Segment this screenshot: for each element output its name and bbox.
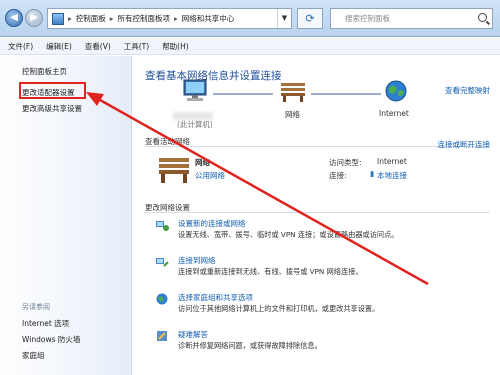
network-type-link[interactable]: 公用网络 <box>195 170 225 181</box>
see-also-heading: 另请参阅 <box>22 303 50 311</box>
new-connection-icon <box>156 221 169 231</box>
task-title[interactable]: 选择家庭组和共享选项 <box>178 292 253 303</box>
change-advanced-sharing-link[interactable]: 更改高级共享设置 <box>22 103 82 114</box>
local-connection-link[interactable]: 本地连接 <box>377 170 407 181</box>
menu-file[interactable]: 文件(F) <box>8 41 33 52</box>
computer-icon[interactable] <box>181 79 211 103</box>
task-description: 诊断并修复网络问题，或获得故障排除信息。 <box>178 341 322 350</box>
homegroup-icon <box>156 293 168 305</box>
search-icon[interactable] <box>478 13 487 22</box>
breadcrumb-separator-icon: ▸ <box>68 14 72 23</box>
task-description: 连接到或重新连接到无线、有线、拨号或 VPN 网络连接。 <box>178 267 363 276</box>
main-pane: 查看基本网络信息并设置连接 查看完整映射 (此计算机) 网络 Internet … <box>133 56 500 375</box>
section-divider <box>145 212 490 213</box>
network-label: 网络 <box>285 110 300 119</box>
task-description: 设置无线、宽带、拨号、临时或 VPN 连接；或设置路由器或访问点。 <box>178 230 399 239</box>
address-toolbar: ◀ ▶ ▸ 控制面板 ▸ 所有控制面板项 ▸ 网络和共享中心 ▼ ⟳ 搜索控制面… <box>0 0 500 37</box>
breadcrumb-separator-icon: ▸ <box>174 14 178 23</box>
search-placeholder: 搜索控制面板 <box>345 14 390 23</box>
chevron-down-icon[interactable]: ▼ <box>277 9 291 28</box>
menu-help[interactable]: 帮助(H) <box>162 41 189 52</box>
breadcrumb-control-panel[interactable]: 控制面板 <box>76 13 106 24</box>
control-panel-icon <box>52 12 64 25</box>
map-connector <box>213 93 273 95</box>
network-name: 网络 <box>195 158 210 167</box>
page-title: 查看基本网络信息并设置连接 <box>145 70 282 82</box>
network-bench-icon[interactable] <box>279 80 307 102</box>
forward-button[interactable]: ▶ <box>25 9 43 27</box>
address-bar[interactable]: ▸ 控制面板 ▸ 所有控制面板项 ▸ 网络和共享中心 ▼ <box>47 8 292 29</box>
full-map-link[interactable]: 查看完整映射 <box>445 85 490 96</box>
connections-label: 连接: <box>329 171 347 180</box>
internet-globe-icon[interactable] <box>384 79 408 103</box>
left-pane: 控制面板主页 更改适配器设置 更改高级共享设置 另请参阅 Internet 选项… <box>0 56 132 375</box>
breadcrumb-network-center[interactable]: 网络和共享中心 <box>182 13 235 24</box>
menu-edit[interactable]: 编辑(E) <box>46 41 72 52</box>
breadcrumb-all-items[interactable]: 所有控制面板项 <box>118 13 171 24</box>
task-title[interactable]: 连接到网络 <box>178 255 216 266</box>
annotation-highlight-box <box>19 82 86 99</box>
connect-network-icon <box>156 258 169 267</box>
breadcrumb-separator-icon: ▸ <box>109 14 114 23</box>
task-description: 访问位于其他网络计算机上的文件和打印机，或更改共享设置。 <box>178 304 380 313</box>
windows-firewall-link[interactable]: Windows 防火墙 <box>22 334 80 345</box>
network-bench-icon <box>159 158 189 183</box>
task-title[interactable]: 设置新的连接或网络 <box>178 218 246 229</box>
back-button[interactable]: ◀ <box>5 9 23 27</box>
map-connector <box>311 93 381 95</box>
network-adapter-icon: ▮ <box>370 169 375 178</box>
menu-bar: 文件(F) 编辑(E) 查看(V) 工具(T) 帮助(H) <box>0 38 500 55</box>
internet-label: Internet <box>379 109 409 118</box>
connect-or-disconnect-link[interactable]: 连接或断开连接 <box>438 139 491 150</box>
refresh-button[interactable]: ⟳ <box>297 8 323 29</box>
menu-tools[interactable]: 工具(T) <box>124 41 149 52</box>
access-type-label: 访问类型: <box>329 158 362 167</box>
computer-label: (此计算机) <box>177 120 213 129</box>
homegroup-link[interactable]: 家庭组 <box>22 350 45 361</box>
menu-view[interactable]: 查看(V) <box>85 41 111 52</box>
search-input[interactable]: 搜索控制面板 <box>330 8 493 29</box>
troubleshoot-icon <box>157 331 167 341</box>
task-title[interactable]: 疑难解答 <box>178 329 208 340</box>
internet-options-link[interactable]: Internet 选项 <box>22 318 69 329</box>
control-panel-home-link[interactable]: 控制面板主页 <box>22 66 67 77</box>
access-type-value: Internet <box>377 157 407 166</box>
